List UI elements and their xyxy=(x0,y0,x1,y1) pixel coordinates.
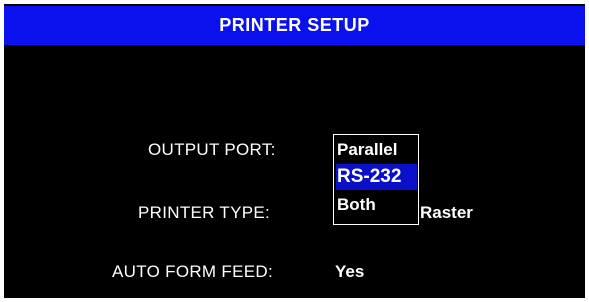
screen-frame xyxy=(0,0,589,302)
page-title: PRINTER SETUP xyxy=(219,15,370,35)
dropdown-option-parallel[interactable]: Parallel xyxy=(336,137,417,163)
output-port-dropdown[interactable]: Parallel RS-232 Both xyxy=(333,134,419,225)
title-bar: PRINTER SETUP xyxy=(4,6,585,45)
auto-form-feed-value[interactable]: Yes xyxy=(335,262,364,282)
printer-type-label: PRINTER TYPE: xyxy=(138,203,271,222)
dropdown-option-rs232[interactable]: RS-232 xyxy=(336,164,417,190)
printer-type-value[interactable]: Raster xyxy=(420,203,473,223)
auto-form-feed-label: AUTO FORM FEED: xyxy=(112,262,273,281)
dropdown-option-both[interactable]: Both xyxy=(336,192,417,218)
output-port-label: OUTPUT PORT: xyxy=(148,140,276,159)
